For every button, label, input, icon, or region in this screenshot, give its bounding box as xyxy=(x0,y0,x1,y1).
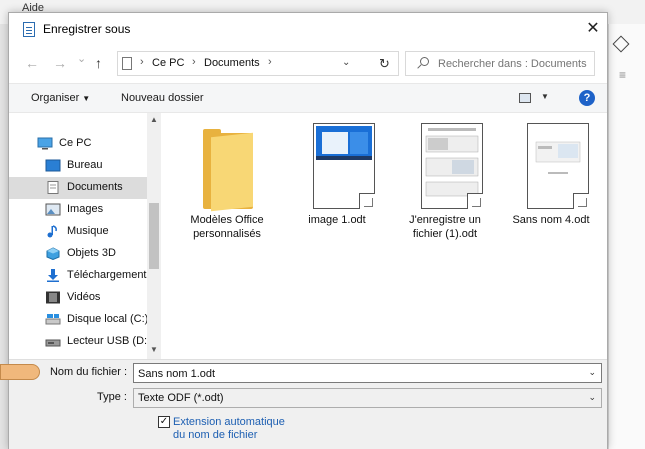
file-item-jenregistre[interactable]: J'enregistre un fichier (1).odt xyxy=(397,121,493,251)
music-icon xyxy=(47,225,57,238)
nav-item-musique[interactable]: Musique xyxy=(9,221,147,243)
nav-label: Téléchargements xyxy=(67,269,152,281)
scrollbar-thumb[interactable] xyxy=(149,203,159,269)
breadcrumb-separator: › xyxy=(192,56,196,68)
file-item-image-1[interactable]: image 1.odt xyxy=(289,121,385,251)
nav-label: Objets 3D xyxy=(67,247,116,259)
address-row: ← → ⌄ ↑ › Ce PC › Documents › ⌄ ↻ xyxy=(9,49,607,79)
download-icon xyxy=(47,269,59,282)
file-list: Modèles Office personnalisés image 1.odt xyxy=(161,113,607,359)
back-arrow-icon[interactable]: ← xyxy=(25,55,39,71)
usb-drive-icon xyxy=(45,339,61,347)
file-label: Sans nom 4.odt xyxy=(512,214,590,226)
nav-label: Musique xyxy=(67,225,109,237)
scroll-down-icon[interactable]: ▼ xyxy=(150,345,158,354)
filetype-label: Type : xyxy=(97,391,127,403)
nav-label: Lecteur USB (D:) xyxy=(67,335,151,347)
filetype-value: Texte ODF (*.odt) xyxy=(138,392,224,404)
dialog-title: Enregistrer sous xyxy=(43,22,131,36)
nav-label: Ce PC xyxy=(59,137,92,149)
close-button[interactable]: ✕ xyxy=(581,17,605,41)
video-icon xyxy=(46,291,60,304)
nav-item-images[interactable]: Images xyxy=(9,199,147,221)
organize-menu-button[interactable]: Organiser ▼ xyxy=(31,92,90,104)
document-icon xyxy=(23,22,35,37)
disk-icon xyxy=(45,314,61,325)
help-icon[interactable]: ? xyxy=(579,90,595,106)
auto-extension-label[interactable]: Extension automatique du nom de fichier xyxy=(173,416,293,442)
nav-label: Vidéos xyxy=(67,291,101,303)
recent-locations-icon[interactable]: ⌄ xyxy=(77,52,86,65)
up-arrow-icon[interactable]: ↑ xyxy=(95,55,102,71)
navigation-pane: Ce PC Bureau Documents Images Musique Ob… xyxy=(9,113,161,359)
file-label: J'enregistre un fichier (1).odt xyxy=(409,214,481,240)
cube-icon xyxy=(46,247,60,260)
filename-field[interactable]: ⌄ xyxy=(133,363,602,383)
save-as-dialog: Enregistrer sous ✕ ← → ⌄ ↑ › Ce PC › Doc… xyxy=(8,12,608,449)
organize-label: Organiser xyxy=(31,92,80,104)
nav-item-documents[interactable]: Documents xyxy=(9,177,147,199)
command-toolbar: Organiser ▼ Nouveau dossier ▼ ? xyxy=(9,83,607,113)
nav-item-telechargements[interactable]: Téléchargements xyxy=(9,265,152,287)
search-input[interactable] xyxy=(438,56,594,72)
pc-icon xyxy=(122,57,132,70)
refresh-button[interactable]: ↻ xyxy=(371,51,399,76)
file-label: image 1.odt xyxy=(308,214,366,226)
breadcrumb-separator: › xyxy=(268,56,272,68)
odt-file-icon xyxy=(421,123,483,209)
nav-item-bureau[interactable]: Bureau xyxy=(9,155,147,177)
odt-file-icon xyxy=(527,123,589,209)
search-box[interactable] xyxy=(405,51,595,76)
nav-label: Images xyxy=(67,203,104,215)
sort-icon[interactable]: ≡ xyxy=(619,68,626,82)
file-item-sans-nom-4[interactable]: Sans nom 4.odt xyxy=(503,121,599,251)
documents-icon xyxy=(47,181,59,194)
chevron-down-icon[interactable]: ⌄ xyxy=(588,392,596,403)
save-options-panel: Nom du fichier : ⌄ Type : Texte ODF (*.o… xyxy=(9,359,607,449)
chevron-down-icon[interactable]: ⌄ xyxy=(588,367,596,378)
nav-item-objets-3d[interactable]: Objets 3D xyxy=(9,243,147,265)
navigation-scrollbar[interactable]: ▲ ▼ xyxy=(147,113,161,359)
title-bar[interactable]: Enregistrer sous ✕ xyxy=(9,13,607,45)
background-sidebar: ≡ xyxy=(608,24,645,449)
address-dropdown-icon[interactable]: ⌄ xyxy=(342,57,350,68)
file-item-folder[interactable]: Modèles Office personnalisés xyxy=(179,121,275,251)
caret-down-icon: ▼ xyxy=(82,94,91,103)
breadcrumb-ce-pc[interactable]: Ce PC xyxy=(152,57,184,69)
nav-item-videos[interactable]: Vidéos xyxy=(9,287,147,309)
breadcrumb-separator: › xyxy=(140,56,144,68)
diamond-icon[interactable] xyxy=(612,35,630,53)
file-label: Modèles Office personnalisés xyxy=(190,214,264,240)
nav-label: Disque local (C:) xyxy=(67,313,149,325)
monitor-icon xyxy=(37,137,53,150)
odt-file-icon xyxy=(313,123,375,209)
nav-label: Documents xyxy=(67,181,123,193)
folder-icon xyxy=(203,129,253,212)
search-icon xyxy=(420,57,429,66)
background-left-strip xyxy=(0,24,8,449)
forward-arrow-icon[interactable]: → xyxy=(53,55,67,71)
nav-item-disque-local[interactable]: Disque local (C:) xyxy=(9,309,149,331)
nav-item-lecteur-usb[interactable]: Lecteur USB (D:) xyxy=(9,331,151,353)
nav-item-ce-pc[interactable]: Ce PC xyxy=(9,133,147,155)
filetype-select[interactable]: Texte ODF (*.odt) ⌄ xyxy=(133,388,602,408)
desktop-icon xyxy=(45,159,61,172)
auto-extension-checkbox[interactable]: ✓ xyxy=(158,416,170,428)
scroll-up-icon[interactable]: ▲ xyxy=(150,115,158,124)
new-folder-button[interactable]: Nouveau dossier xyxy=(121,92,204,104)
images-icon xyxy=(45,203,61,216)
view-mode-icon[interactable] xyxy=(519,93,531,103)
pointer-annotation xyxy=(0,364,40,380)
view-caret-down-icon[interactable]: ▼ xyxy=(541,92,549,101)
address-bar[interactable]: › Ce PC › Documents › ⌄ xyxy=(117,51,373,76)
nav-label: Bureau xyxy=(67,159,103,171)
filename-input[interactable] xyxy=(138,366,568,381)
breadcrumb-documents[interactable]: Documents xyxy=(204,57,260,69)
